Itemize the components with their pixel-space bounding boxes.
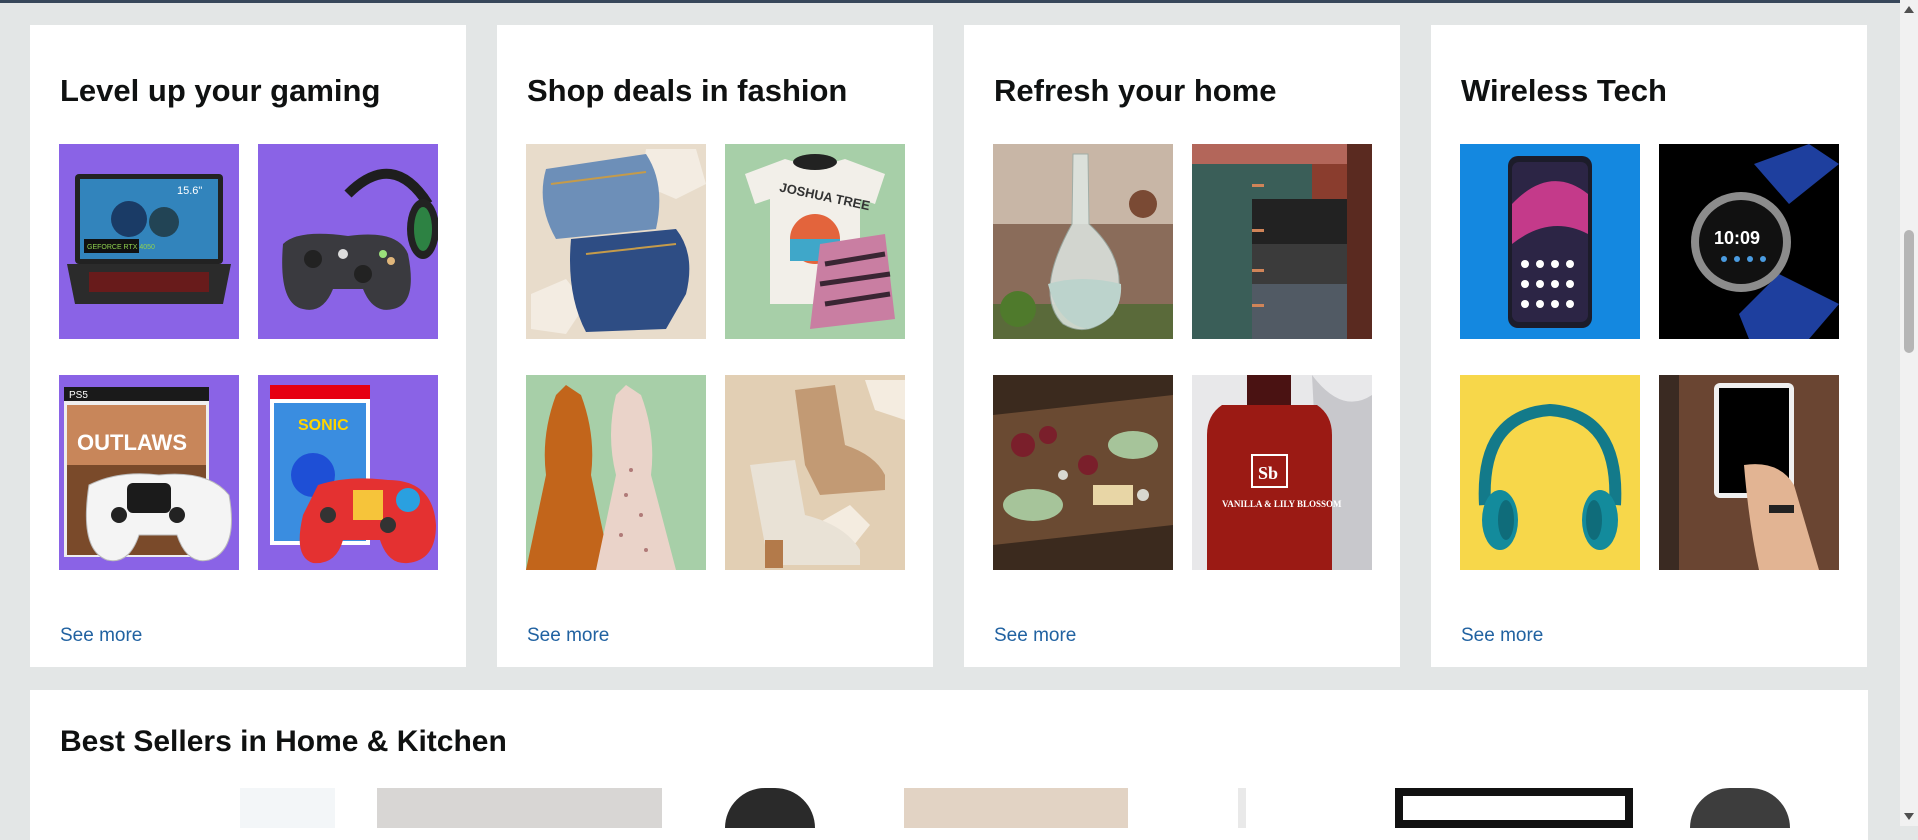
card-wireless-tech: Wireless Tech 10:09 See more xyxy=(1431,25,1867,667)
smartwatch-image[interactable]: 10:09 xyxy=(1659,144,1839,339)
jeans-image[interactable] xyxy=(526,144,706,339)
svg-text:GEFORCE RTX 4050: GEFORCE RTX 4050 xyxy=(87,244,155,251)
svg-text:PS5: PS5 xyxy=(69,390,88,401)
product-thumbnail[interactable] xyxy=(1238,788,1246,828)
card-title: Wireless Tech xyxy=(1461,73,1667,108)
top-border xyxy=(0,0,1900,3)
product-thumbnail[interactable] xyxy=(1395,788,1633,828)
svg-text:VANILLA & LILY BLOSSOM: VANILLA & LILY BLOSSOM xyxy=(1222,499,1342,509)
serving-board-image[interactable] xyxy=(993,375,1173,570)
scroll-down-icon[interactable] xyxy=(1904,813,1914,820)
svg-text:15.6": 15.6" xyxy=(177,185,202,197)
best-sellers-section: Best Sellers in Home & Kitchen xyxy=(30,690,1868,840)
scrollbar-thumb[interactable] xyxy=(1904,230,1914,353)
gaming-laptop-image[interactable]: 15.6" GEFORCE RTX 4050 xyxy=(59,144,239,339)
card-title: Level up your gaming xyxy=(60,73,381,108)
dresses-image[interactable] xyxy=(526,375,706,570)
section-title: Best Sellers in Home & Kitchen xyxy=(60,725,507,758)
tablet-image[interactable] xyxy=(1659,375,1839,570)
svg-text:OUTLAWS: OUTLAWS xyxy=(77,430,187,455)
product-thumbnail[interactable] xyxy=(725,788,815,828)
boots-image[interactable] xyxy=(725,375,905,570)
product-thumbnail[interactable] xyxy=(904,788,1128,828)
smartphone-image[interactable] xyxy=(1460,144,1640,339)
svg-text:10:09: 10:09 xyxy=(1714,228,1760,248)
towels-image[interactable] xyxy=(1192,144,1372,339)
headset-controller-image[interactable] xyxy=(258,144,438,339)
see-more-link[interactable]: See more xyxy=(1461,625,1543,647)
product-thumbnail[interactable] xyxy=(1690,788,1790,828)
hand-soap-image[interactable]: Sb VANILLA & LILY BLOSSOM xyxy=(1192,375,1372,570)
product-thumbnail[interactable] xyxy=(377,788,662,828)
tops-image[interactable]: JOSHUA TREE xyxy=(725,144,905,339)
card-gaming: Level up your gaming 15.6" GEFORCE RTX 4… xyxy=(30,25,466,667)
headphones-image[interactable] xyxy=(1460,375,1640,570)
svg-text:Sb: Sb xyxy=(1258,463,1278,483)
see-more-link[interactable]: See more xyxy=(527,625,609,647)
card-home: Refresh your home Sb VANILLA & LILY BLOS… xyxy=(964,25,1400,667)
product-thumbnail[interactable] xyxy=(240,788,335,828)
see-more-link[interactable]: See more xyxy=(60,625,142,647)
card-fashion: Shop deals in fashion JOSHUA TREE See mo… xyxy=(497,25,933,667)
card-title: Shop deals in fashion xyxy=(527,73,848,108)
svg-text:SONIC: SONIC xyxy=(298,417,349,434)
card-title: Refresh your home xyxy=(994,73,1277,108)
glass-carafe-image[interactable] xyxy=(993,144,1173,339)
scroll-up-icon[interactable] xyxy=(1904,6,1914,13)
scrollbar[interactable] xyxy=(1900,0,1918,826)
ps5-star-wars-bundle-image[interactable]: PS5 OUTLAWS xyxy=(59,375,239,570)
see-more-link[interactable]: See more xyxy=(994,625,1076,647)
sonic-controller-image[interactable]: SONIC xyxy=(258,375,438,570)
